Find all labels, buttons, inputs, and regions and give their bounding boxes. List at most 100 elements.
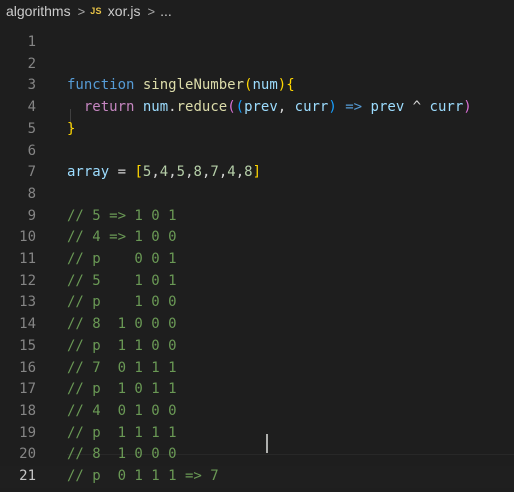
code-editor[interactable]: 1 2 3 function singleNumber(num){4 return n… bbox=[0, 22, 514, 492]
code-token: prev bbox=[370, 99, 405, 116]
code-token: function bbox=[67, 77, 135, 94]
code-token: , bbox=[218, 164, 228, 181]
code-line[interactable]: 19 // p 1 1 1 1 bbox=[0, 423, 514, 445]
code-token: , bbox=[235, 164, 245, 181]
code-token: 5 bbox=[176, 164, 186, 181]
code-token: num bbox=[252, 77, 278, 94]
breadcrumb-folder[interactable]: algorithms bbox=[6, 3, 71, 19]
code-token: , bbox=[277, 99, 295, 116]
code-line[interactable]: 9 // 5 => 1 0 1 bbox=[0, 206, 514, 228]
code-token: // p 0 0 1 bbox=[67, 251, 177, 267]
code-line[interactable]: 11 // p 0 0 1 bbox=[0, 249, 514, 271]
code-token: , bbox=[168, 164, 177, 181]
code-text: return num.reduce((prev, curr) => prev ^… bbox=[67, 97, 472, 119]
code-token: return bbox=[83, 99, 135, 116]
line-number: 5 bbox=[27, 120, 36, 137]
code-line[interactable]: 1 bbox=[0, 32, 514, 54]
code-token: // p 1 1 1 1 bbox=[67, 424, 177, 441]
code-text: // p 0 0 1 bbox=[67, 249, 177, 271]
code-line[interactable]: 15 // p 1 1 0 0 bbox=[0, 336, 514, 358]
code-line[interactable]: 17 // p 1 0 1 1 bbox=[0, 379, 514, 401]
line-number: 9 bbox=[27, 207, 36, 224]
code-text: // 4 0 1 0 0 bbox=[67, 401, 177, 423]
code-token: num bbox=[142, 99, 169, 116]
code-token: curr bbox=[429, 99, 464, 116]
code-text: // p 1 1 1 1 bbox=[67, 423, 177, 445]
code-token: array bbox=[67, 164, 110, 181]
code-token: [ bbox=[134, 164, 143, 181]
code-token: // p 1 0 0 bbox=[67, 294, 177, 311]
code-text: array = [5,4,5,8,7,4,8] bbox=[67, 162, 261, 184]
line-number: 14 bbox=[19, 316, 36, 333]
code-line[interactable]: 12 // 5 1 0 1 bbox=[0, 271, 514, 293]
javascript-file-icon: JS bbox=[90, 6, 102, 16]
code-text: // 8 1 0 0 0 bbox=[67, 314, 177, 336]
code-token: 8 bbox=[244, 164, 253, 181]
code-line[interactable]: 2 bbox=[0, 54, 514, 76]
code-token: // p 1 1 0 0 bbox=[67, 337, 177, 354]
code-token: // p 1 0 1 1 bbox=[67, 381, 177, 398]
code-token: reduce bbox=[176, 99, 228, 116]
code-line[interactable]: 16 // 7 0 1 1 1 bbox=[0, 358, 514, 380]
code-text: // p 1 0 1 1 bbox=[67, 379, 177, 401]
line-number: 19 bbox=[19, 424, 36, 441]
code-text: // 8 1 0 0 0 bbox=[67, 444, 177, 466]
code-token: } bbox=[67, 120, 76, 137]
line-number: 8 bbox=[27, 185, 36, 202]
code-line[interactable]: 21 // p 0 1 1 1 => 7 bbox=[0, 466, 514, 488]
code-text: // 7 0 1 1 1 bbox=[67, 358, 177, 380]
code-line[interactable]: 10 // 4 => 1 0 0 bbox=[0, 227, 514, 249]
code-token: prev bbox=[244, 99, 278, 116]
code-token: ( bbox=[227, 99, 236, 116]
line-number: 13 bbox=[19, 294, 36, 311]
code-line[interactable]: 8 bbox=[0, 184, 514, 206]
code-token: ) bbox=[328, 99, 337, 116]
code-token: // 5 1 0 1 bbox=[67, 272, 177, 289]
code-token: 4 bbox=[159, 164, 169, 181]
code-text: // p 1 0 0 bbox=[67, 292, 177, 314]
code-text: function singleNumber(num){ bbox=[67, 75, 295, 97]
line-number: 11 bbox=[19, 251, 36, 267]
code-token: , bbox=[151, 164, 160, 181]
line-number: 12 bbox=[19, 272, 36, 289]
code-text: // 4 => 1 0 0 bbox=[67, 227, 177, 249]
code-token: ] bbox=[252, 164, 262, 181]
line-number: 15 bbox=[19, 337, 36, 354]
code-token: => bbox=[345, 99, 363, 116]
text-cursor bbox=[266, 434, 268, 453]
code-token: 4 bbox=[227, 164, 236, 181]
code-token: // p 0 1 1 1 => 7 bbox=[67, 468, 219, 484]
code-token: ) bbox=[277, 77, 287, 94]
breadcrumb-file[interactable]: xor.js bbox=[108, 3, 141, 19]
line-number: 1 bbox=[27, 34, 36, 50]
code-line[interactable]: 5} bbox=[0, 119, 514, 141]
line-number: 10 bbox=[19, 229, 36, 246]
code-token: ( bbox=[235, 99, 245, 116]
code-token: ^ bbox=[404, 99, 430, 116]
chevron-right-icon: > bbox=[147, 3, 156, 19]
code-token: // 4 => 1 0 0 bbox=[67, 229, 177, 246]
line-number: 20 bbox=[19, 446, 36, 463]
code-line[interactable]: 6 bbox=[0, 141, 514, 163]
code-token: singleNumber bbox=[142, 77, 245, 94]
code-text: // p 1 1 0 0 bbox=[67, 336, 177, 358]
code-token: // 7 0 1 1 1 bbox=[67, 359, 177, 376]
code-line[interactable]: 3 function singleNumber(num){ bbox=[0, 75, 514, 97]
line-number: 4 bbox=[27, 99, 36, 116]
code-token: 8 bbox=[193, 164, 202, 181]
code-token: = bbox=[109, 164, 135, 181]
code-line[interactable]: 7 array = [5,4,5,8,7,4,8] bbox=[0, 162, 514, 184]
code-line[interactable]: 13 // p 1 0 0 bbox=[0, 292, 514, 314]
breadcrumb: algorithms > JS xor.js > ... bbox=[0, 0, 514, 22]
code-line[interactable]: 4 return num.reduce((prev, curr) => prev… bbox=[0, 97, 514, 119]
code-line[interactable]: 18 // 4 0 1 0 0 bbox=[0, 401, 514, 423]
code-line[interactable]: 14 // 8 1 0 0 0 bbox=[0, 314, 514, 336]
line-number: 16 bbox=[19, 359, 36, 376]
line-number: 17 bbox=[19, 381, 36, 398]
code-text: // p 0 1 1 1 => 7 bbox=[67, 466, 219, 488]
breadcrumb-symbols[interactable]: ... bbox=[160, 3, 172, 19]
code-line[interactable]: 20 // 8 1 0 0 0 bbox=[0, 444, 514, 466]
